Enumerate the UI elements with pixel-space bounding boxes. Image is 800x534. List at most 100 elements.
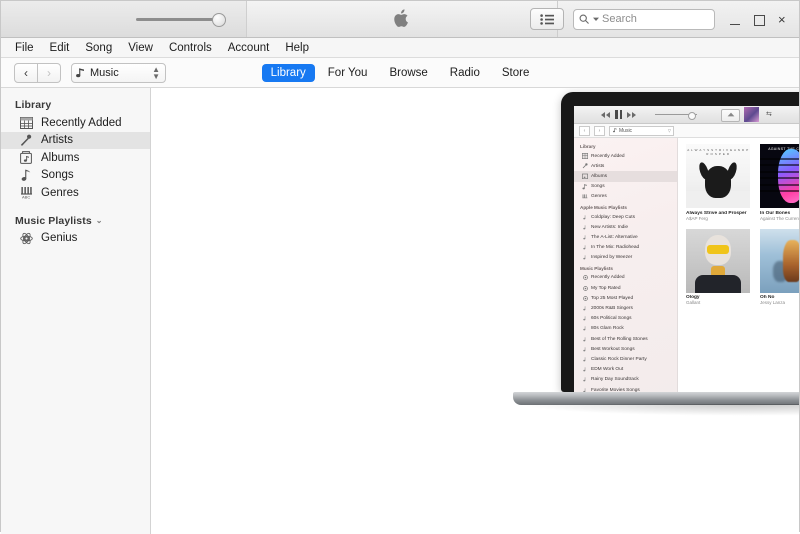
volume-slider[interactable] [136, 11, 226, 27]
search-placeholder: Search [602, 13, 637, 25]
mini-playlist-label: Coldplay: Deep Cuts [591, 214, 635, 220]
mini-album-grid: A L W A Y S S T R I V E A N D P R O S P … [686, 144, 799, 305]
sidebar-item-label: Genius [41, 232, 78, 245]
shuffle-icon[interactable]: ⇆ [766, 110, 772, 118]
fast-forward-icon[interactable] [627, 111, 636, 118]
album-cover[interactable]: AGAINST THE CURRENT [760, 144, 799, 208]
sidebar-playlists-header: Music Playlists [15, 214, 92, 227]
mini-volume-slider[interactable] [655, 111, 697, 120]
mini-playlist-item[interactable]: The A-List: Alternative [574, 232, 677, 242]
mini-sidebar-item-songs[interactable]: Songs [574, 182, 677, 192]
search-icon [579, 14, 589, 24]
search-field[interactable]: Search [573, 8, 715, 30]
tab-store[interactable]: Store [493, 64, 539, 82]
mini-playlist-item[interactable]: In The Mix: Radiohead [574, 243, 677, 253]
album-cover[interactable]: A L W A Y S S T R I V E A N D P R O S P … [686, 144, 750, 208]
list-view-button[interactable] [530, 8, 564, 30]
sidebar-section-music-playlists[interactable]: Music Playlists ⌄ [1, 211, 150, 230]
mini-playlist-item[interactable]: New Artists: Indie [574, 222, 677, 232]
sidebar-item-songs[interactable]: Songs [1, 167, 150, 185]
mini-media-picker[interactable]: Music ▽ [609, 125, 674, 136]
tab-browse[interactable]: Browse [380, 64, 436, 82]
mini-playlist-item[interactable]: Best of The Rolling Stones [574, 334, 677, 344]
mini-forward-button[interactable]: › [594, 125, 605, 136]
tab-for-you[interactable]: For You [319, 64, 377, 82]
sidebar: Library Recently Added Artists Albums So… [1, 88, 151, 534]
sidebar-item-label: Genres [41, 186, 79, 199]
menu-item-song[interactable]: Song [85, 42, 112, 54]
laptop-shadow [517, 404, 799, 416]
microphone-icon [19, 133, 33, 147]
mini-playlist-item[interactable]: Inspired by Weezer [574, 253, 677, 263]
mini-sidebar-item-recently-added[interactable]: Recently Added [574, 151, 677, 161]
mini-playlist-label: 2000s R&B Singers [591, 306, 633, 312]
mini-playlist-label: Best Workout Songs [591, 346, 635, 352]
menu-item-file[interactable]: File [15, 42, 34, 54]
tab-library[interactable]: Library [261, 63, 315, 82]
close-button[interactable]: × [778, 13, 789, 26]
now-playing-artwork[interactable] [744, 107, 759, 122]
mini-playlist-item[interactable]: Recently Added [574, 273, 677, 283]
navigation-bar: ‹ › Music ▲ ▼ Library For You Browse Radi… [1, 58, 799, 88]
minimize-button[interactable] [730, 14, 741, 25]
laptop-mockup: ⇆ ‹ › Music ▽ Library Recently Added Art… [513, 92, 799, 422]
album-cover-text: A L W A Y S S T R I V E A N D P R O S P … [687, 148, 749, 157]
maximize-button[interactable] [754, 14, 765, 26]
stepper-icon[interactable]: ▽ [668, 128, 671, 133]
album-cover[interactable] [760, 228, 799, 293]
mini-playlist-item[interactable]: Favorite Movies Songs [574, 385, 677, 392]
chevron-down-icon[interactable] [593, 17, 599, 22]
airplay-icon[interactable] [721, 109, 740, 122]
pause-icon[interactable] [615, 110, 622, 119]
menu-item-account[interactable]: Account [228, 42, 270, 54]
mini-sidebar-item-albums[interactable]: Albums [574, 171, 677, 182]
mini-playlist-label: Rainy Day Soundtrack [591, 377, 639, 383]
mini-playlist-label: 60s Political Songs [591, 316, 632, 322]
album-artist: Gallant [686, 300, 701, 305]
mini-body: Library Recently Added Artists Albums So… [574, 138, 799, 392]
sidebar-item-recently-added[interactable]: Recently Added [1, 114, 150, 132]
mini-playlist-label: Inspired by Weezer [591, 255, 633, 261]
mini-toolbar: ⇆ [574, 106, 799, 124]
sidebar-item-genius[interactable]: Genius [1, 230, 150, 248]
chevron-down-icon[interactable]: ⌄ [96, 216, 103, 225]
menu-item-help[interactable]: Help [285, 42, 309, 54]
laptop-lid: ⇆ ‹ › Music ▽ Library Recently Added Art… [561, 92, 799, 392]
album-cell[interactable]: A L W A Y S S T R I V E A N D P R O S P … [686, 144, 750, 221]
mini-playlist-item[interactable]: Rainy Day Soundtrack [574, 375, 677, 385]
mini-playlist-item[interactable]: EDM Work Out [574, 365, 677, 375]
mini-media-picker-label: Music [619, 127, 633, 134]
laptop-screen: ⇆ ‹ › Music ▽ Library Recently Added Art… [574, 106, 799, 392]
mini-playlist-item[interactable]: Top 25 Most Played [574, 293, 677, 303]
playlist-icon [582, 245, 588, 251]
music-note-icon [582, 183, 588, 190]
menu-item-edit[interactable]: Edit [50, 42, 70, 54]
mini-playlist-item[interactable]: My Top Rated [574, 283, 677, 293]
menu-item-controls[interactable]: Controls [169, 42, 212, 54]
genres-icon [582, 194, 588, 200]
mini-sidebar-item-genres[interactable]: Genres [574, 192, 677, 202]
album-artist: Jessy Lanza [760, 300, 786, 305]
mini-playlist-item[interactable]: 60s Political Songs [574, 314, 677, 324]
smart-playlist-icon [582, 275, 588, 281]
volume-knob[interactable] [212, 13, 226, 27]
album-cell[interactable]: Ology Gallant [686, 228, 750, 305]
mini-playlist-item[interactable]: 2000s R&B Singers [574, 303, 677, 313]
menu-item-view[interactable]: View [128, 42, 153, 54]
mini-playlist-item[interactable]: Best Workout Songs [574, 344, 677, 354]
sidebar-item-artists[interactable]: Artists [1, 131, 150, 149]
toolbar-right-tools: Search × [530, 1, 791, 37]
tab-radio[interactable]: Radio [441, 64, 489, 82]
mini-playlist-item[interactable]: Coldplay: Deep Cuts [574, 212, 677, 222]
mini-playlist-item[interactable]: Classic Rock Dinner Party [574, 354, 677, 364]
album-cover[interactable] [686, 228, 750, 293]
sidebar-item-albums[interactable]: Albums [1, 149, 150, 167]
album-cell[interactable]: AGAINST THE CURRENT In Our Bones Against… [760, 144, 799, 221]
album-cell[interactable]: Oh No Jessy Lanza [760, 228, 799, 305]
sidebar-item-genres[interactable]: ABC Genres [1, 184, 150, 202]
mini-sidebar-item-artists[interactable]: Artists [574, 161, 677, 171]
rewind-icon[interactable] [601, 111, 610, 118]
sidebar-item-label: Songs [41, 169, 74, 182]
mini-back-button[interactable]: ‹ [579, 125, 590, 136]
mini-playlist-item[interactable]: 80s Glam Rock [574, 324, 677, 334]
